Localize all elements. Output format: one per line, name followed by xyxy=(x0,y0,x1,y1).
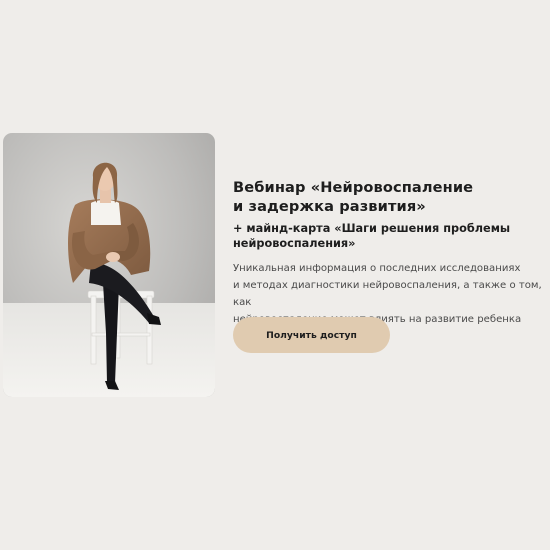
webinar-title-line-2: и задержка развития» xyxy=(233,198,426,215)
get-access-button[interactable]: Получить доступ xyxy=(233,317,390,353)
webinar-subtitle: + майнд-карта «Шаги решения проблемы ней… xyxy=(233,222,545,251)
webinar-title-line-1: Вебинар «Нейровоспаление xyxy=(233,179,474,196)
speaker-photo-illustration xyxy=(3,133,215,397)
webinar-subtitle-line-2: нейровоспаления» xyxy=(233,236,356,250)
webinar-subtitle-line-1: + майнд-карта «Шаги решения проблемы xyxy=(233,222,511,235)
webinar-info: Вебинар «Нейровоспаление и задержка разв… xyxy=(233,178,545,328)
webinar-description-line-1: Уникальная информация о последних исслед… xyxy=(233,263,521,274)
speaker-photo xyxy=(3,133,215,397)
webinar-description-line-2: и методах диагностики нейровоспаления, а… xyxy=(233,280,542,308)
webinar-title: Вебинар «Нейровоспаление и задержка разв… xyxy=(233,178,545,216)
